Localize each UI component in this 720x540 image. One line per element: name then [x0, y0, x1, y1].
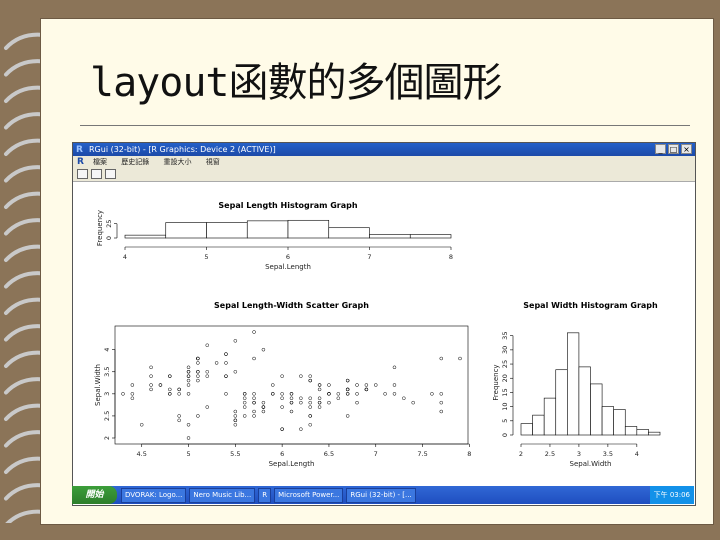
sepal-length-histogram: 4 5 6 7 8 0 25 Sepal.Length Frequency Sepal Lengt… [96, 201, 453, 271]
x-tick-label: 3.5 [603, 450, 613, 458]
y-tick-label: 30 [501, 346, 509, 354]
histogram-bar [369, 234, 411, 239]
x-tick-label: 6 [286, 253, 290, 261]
histogram-bar [601, 406, 614, 436]
y-tick-label: 2.5 [103, 411, 111, 421]
menu-resize[interactable]: 重設大小 [163, 158, 191, 166]
x-axis-label: Sepal.Length [269, 460, 315, 468]
y-tick-label: 10 [501, 402, 509, 410]
x-tick-label: 7 [367, 253, 371, 261]
histogram-bar [567, 332, 580, 436]
x-axis-label: Sepal.Length [265, 263, 311, 271]
window-controls: _ □ × [655, 144, 692, 154]
print-icon[interactable] [105, 169, 116, 179]
plot-box [114, 325, 469, 445]
toolbar [73, 168, 695, 182]
x-tick-label: 2.5 [545, 450, 555, 458]
y-tick-label: 0 [105, 236, 113, 240]
menu-history[interactable]: 歷史記錄 [121, 158, 149, 166]
menu-bar: R 檔案 歷史記錄 重設大小 視窗 [73, 156, 695, 168]
taskbar: 開始 DVORAK: Logo... Nero Music Lib... R M… [72, 486, 694, 504]
x-tick-label: 7 [374, 450, 378, 458]
x-tick-label: 6.5 [324, 450, 334, 458]
sepal-scatter: 4.5 5 5.5 6 6.5 7 7.5 8 2 2.5 3 3.5 4 Sepal.Length Sep… [94, 301, 471, 468]
menu-windows[interactable]: 視窗 [206, 158, 220, 166]
r-logo-icon: R [77, 157, 84, 167]
x-tick-label: 5 [204, 253, 208, 261]
histogram-bar [613, 409, 626, 436]
y-axis-label: Sepal.Width [94, 364, 102, 406]
y-tick-label: 20 [501, 374, 509, 382]
histogram-bar [409, 234, 452, 239]
y-tick-label: 5 [501, 419, 509, 423]
y-tick-label: 3 [103, 392, 111, 396]
x-tick-label: 8 [449, 253, 453, 261]
y-tick-label: 3.5 [103, 367, 111, 377]
x-tick-label: 3 [577, 450, 581, 458]
x-tick-label: 8 [467, 450, 471, 458]
histogram-bar [246, 220, 289, 239]
plot-area: 4 5 6 7 8025Sepal.LengthFrequencySepal Lengt… [94, 201, 661, 468]
y-axis-label: Frequency [96, 210, 104, 246]
histogram-bar [578, 366, 591, 436]
histogram-bar [624, 426, 638, 436]
chart-title: Sepal Width Histogram Graph [523, 301, 658, 310]
window-title: RGui (32-bit) - [R Graphics: Device 2 (A… [89, 145, 276, 154]
histogram-bar [590, 383, 603, 436]
taskbar-item-powerpoint[interactable]: Microsoft Power... [274, 487, 344, 503]
window-titlebar[interactable]: R RGui (32-bit) - [R Graphics: Device 2 … [73, 143, 695, 156]
x-tick-label: 6 [280, 450, 284, 458]
y-tick-label: 25 [105, 220, 113, 228]
y-tick-label: 0 [501, 433, 509, 437]
taskbar-item-r[interactable]: R [258, 487, 272, 503]
y-tick-label: 15 [501, 388, 509, 396]
x-tick-label: 5 [186, 450, 190, 458]
histogram-bar [165, 222, 207, 239]
y-tick-label: 4 [103, 348, 111, 352]
taskbar-item-nero[interactable]: Nero Music Lib... [189, 487, 256, 503]
rgui-window: R RGui (32-bit) - [R Graphics: Device 2 … [72, 142, 696, 506]
chart-title: Sepal Length Histogram Graph [218, 201, 357, 210]
x-tick-label: 2 [519, 450, 523, 458]
taskbar-item-rgui[interactable]: RGui (32-bit) - [... [346, 487, 416, 503]
close-button[interactable]: × [681, 144, 692, 154]
x-tick-label: 4 [123, 253, 127, 261]
slide-title: layout函數的多個圖形 [90, 60, 502, 106]
x-tick-label: 4.5 [137, 450, 147, 458]
histogram-bar [206, 222, 248, 239]
chart-title: Sepal Length-Width Scatter Graph [214, 301, 369, 310]
histogram-bar [532, 414, 545, 436]
x-tick-label: 4 [635, 450, 639, 458]
y-tick-label: 25 [501, 360, 509, 368]
x-axis-label: Sepal.Width [570, 460, 612, 468]
x-tick-label: 7.5 [417, 450, 427, 458]
minimize-button[interactable]: _ [655, 144, 666, 154]
save-icon[interactable] [91, 169, 102, 179]
histogram-bar [543, 397, 557, 436]
sepal-width-histogram: 2 2.5 3 3.5 4 0 5 10 15 20 25 30 35 Sepal.Width Freque… [492, 301, 661, 468]
title-divider [80, 125, 690, 126]
histogram-bar [124, 234, 167, 239]
histogram-bar [287, 219, 330, 239]
histogram-bar [520, 423, 533, 436]
y-axis-label: Frequency [492, 364, 500, 400]
histogram-bar [648, 431, 661, 436]
x-tick-label: 5.5 [230, 450, 240, 458]
start-button[interactable]: 開始 [72, 486, 117, 504]
y-tick-label: 2 [103, 436, 111, 440]
system-clock: 下午 03:06 [649, 486, 694, 504]
histogram-bar [328, 227, 370, 239]
copy-icon[interactable] [77, 169, 88, 179]
histogram-bar [636, 429, 649, 436]
y-tick-label: 35 [501, 332, 509, 340]
menu-file[interactable]: 檔案 [93, 158, 107, 166]
taskbar-item-dvorak[interactable]: DVORAK: Logo... [121, 487, 187, 503]
maximize-button[interactable]: □ [668, 144, 679, 154]
histogram-bar [555, 369, 568, 436]
